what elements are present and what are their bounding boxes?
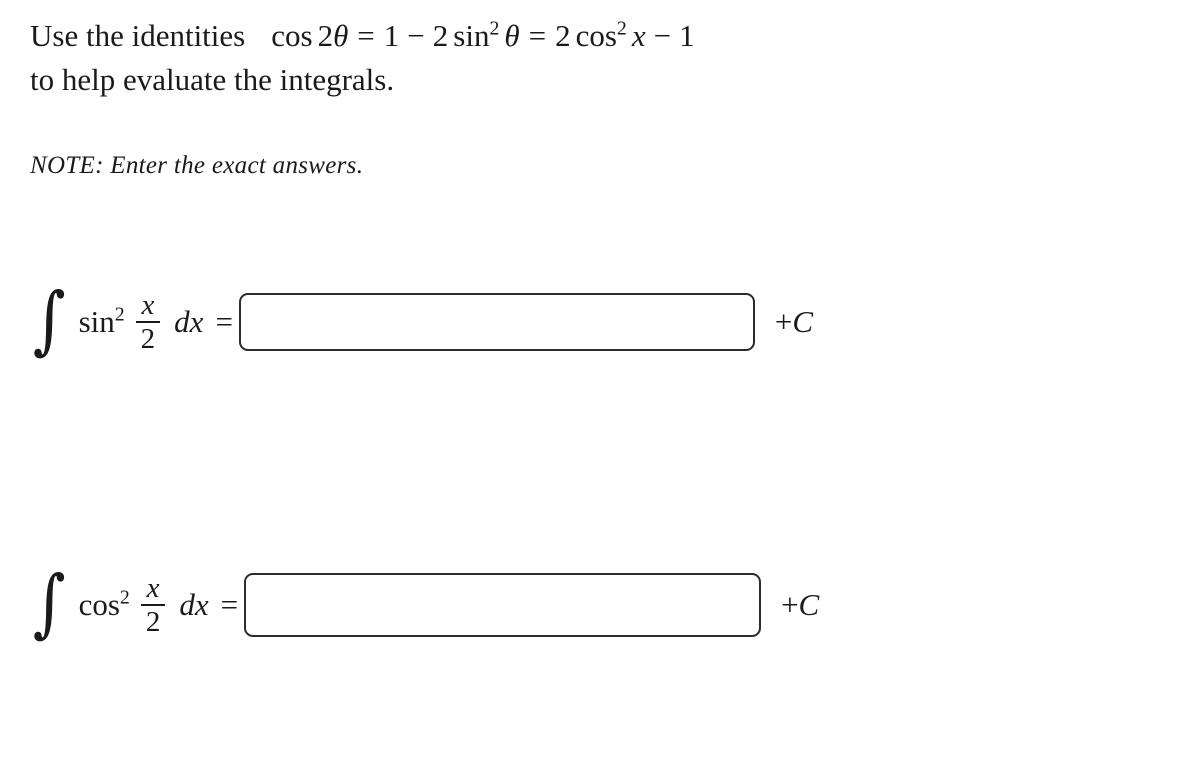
plus-sign: + xyxy=(774,304,793,339)
identity-mid-exponent: 2 xyxy=(489,17,500,40)
problem-page: Use the identities cos 2θ = 1−2 sin2 θ = 2 cos2 x −… xyxy=(0,0,1200,768)
integral-symbol-icon: ∫ xyxy=(32,277,66,363)
integrand-function-cosine: cos2 xyxy=(78,586,130,622)
identity-lhs-function: cos xyxy=(271,18,313,53)
fraction-numerator: x xyxy=(141,288,155,321)
answer-input-sine[interactable] xyxy=(238,293,755,351)
fraction-numerator: x xyxy=(146,571,160,604)
instruction-lead-text: Use the identities xyxy=(30,18,246,53)
answer-input-cosine[interactable] xyxy=(244,573,762,637)
fraction-denominator: 2 xyxy=(145,606,161,638)
identity-mid-variable: θ xyxy=(504,18,520,53)
note-text: NOTE: Enter the exact answers. xyxy=(30,152,364,179)
problem-statement: Use the identities cos 2θ = 1−2 sin2 θ = 2 cos2 x −… xyxy=(30,14,1150,102)
identity-minus-1: − xyxy=(407,18,425,53)
fraction-denominator: 2 xyxy=(140,323,156,355)
constant-of-integration-cosine: +C xyxy=(781,587,819,623)
equals-sign: = xyxy=(215,304,233,339)
plus-sign: + xyxy=(781,587,799,622)
identity-term-one: 1 xyxy=(383,18,400,53)
instruction-second-line: to help evaluate the integrals. xyxy=(30,62,395,97)
identity-lhs-coefficient: 2 xyxy=(317,18,334,53)
constant-letter: C xyxy=(798,587,820,622)
identity-rhs-one: 1 xyxy=(679,18,695,53)
integral-row-cosine: ∫ cos2 x 2 dx = +C xyxy=(30,545,819,665)
constant-of-integration-sine: +C xyxy=(775,304,813,340)
integral-row-sine: ∫ sin2 x 2 dx = +C xyxy=(30,262,813,382)
trig-identity-formula: cos 2θ = 1−2 sin2 θ = 2 cos2 x −1 xyxy=(271,18,694,53)
differential-dx: dx xyxy=(174,304,204,339)
identity-mid-coefficient: 2 xyxy=(432,18,449,53)
identity-rhs-coefficient: 2 xyxy=(555,18,571,53)
fraction-x-over-2: x 2 xyxy=(135,288,161,355)
identity-rhs-variable: x xyxy=(631,18,646,53)
constant-letter: C xyxy=(792,304,814,339)
identity-lhs-variable: θ xyxy=(333,18,349,53)
identity-equals-2: = xyxy=(528,18,547,53)
identity-minus-2: − xyxy=(653,18,672,53)
identity-line: Use the identities cos 2θ = 1−2 sin2 θ = 2 cos2 x −… xyxy=(30,14,1150,58)
integral-symbol-icon: ∫ xyxy=(32,560,66,646)
differential-dx: dx xyxy=(179,587,209,622)
equals-sign: = xyxy=(220,587,239,622)
integrand-function-sine: sin2 xyxy=(78,303,125,339)
identity-mid-function: sin xyxy=(453,18,490,53)
identity-rhs-function: cos xyxy=(575,18,617,53)
identity-rhs-exponent: 2 xyxy=(616,17,627,40)
fraction-x-over-2: x 2 xyxy=(140,571,166,638)
identity-equals-1: = xyxy=(357,18,375,53)
